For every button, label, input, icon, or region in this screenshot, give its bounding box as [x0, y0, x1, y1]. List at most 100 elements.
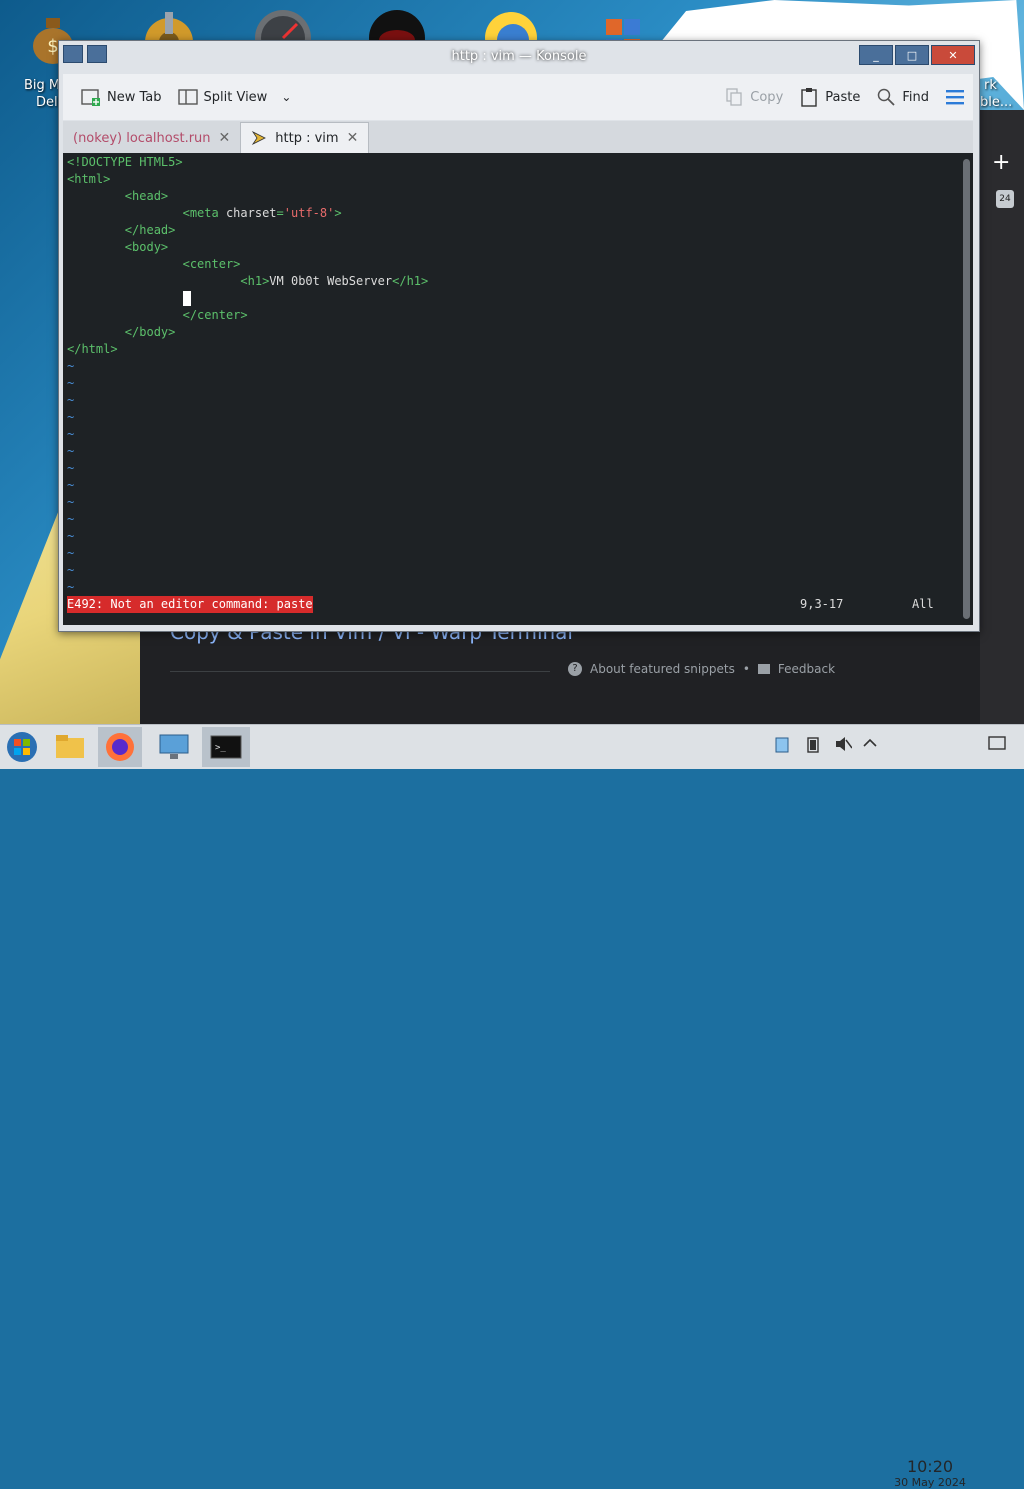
hamburger-menu-button[interactable] — [937, 82, 973, 112]
svg-text:$: $ — [47, 36, 58, 57]
empty-line-tilde: ~ — [67, 444, 75, 458]
code-line: </head> — [124, 223, 176, 237]
volume-muted-icon[interactable] — [834, 735, 853, 757]
konsole-taskbar-button[interactable]: >_ — [202, 727, 250, 767]
system-settings-button[interactable] — [152, 727, 196, 767]
find-button[interactable]: Find — [868, 82, 937, 112]
window-title: http : vim — Konsole — [451, 49, 587, 64]
copy-label: Copy — [750, 89, 784, 105]
empty-line-tilde: ~ — [67, 529, 75, 543]
tab-label: http : vim — [275, 130, 339, 146]
code-line — [67, 290, 191, 307]
paste-label: Paste — [825, 89, 861, 105]
empty-line-tilde: ~ — [67, 563, 75, 577]
text-cursor — [182, 291, 191, 306]
tab-label: (nokey) localhost.run — [73, 130, 211, 146]
cursor-position: 9,3-17 — [800, 597, 844, 611]
about-snippets-link[interactable]: About featured snippets — [590, 662, 735, 676]
desktop-icon-label-rk: rk — [984, 78, 997, 93]
divider — [170, 671, 550, 672]
help-icon: ? — [568, 662, 582, 676]
code-line: <body> — [124, 240, 169, 254]
tab-localhost-run[interactable]: (nokey) localhost.run ✕ — [63, 123, 241, 153]
clock-date: 30 May 2024 — [894, 1476, 966, 1489]
file-manager-button[interactable] — [48, 727, 92, 767]
empty-line-tilde: ~ — [67, 359, 75, 373]
scrollbar-thumb[interactable] — [963, 159, 970, 619]
terminal-scrollbar[interactable] — [960, 153, 973, 625]
empty-line-tilde: ~ — [67, 478, 75, 492]
clipboard-tray-icon[interactable] — [774, 735, 790, 757]
chevron-up-icon[interactable] — [862, 735, 878, 755]
chevron-down-icon[interactable]: ⌄ — [281, 90, 291, 104]
empty-line-tilde: ~ — [67, 410, 75, 424]
notification-badge[interactable]: 24 — [996, 190, 1014, 208]
empty-line-tilde: ~ — [67, 512, 75, 526]
add-panel-button[interactable]: + — [992, 150, 1010, 175]
terminal-activity-icon — [252, 130, 267, 146]
code-line: </html> — [67, 342, 118, 356]
browser-side-panel: + 24 — [980, 110, 1024, 724]
code-line: <html> — [67, 172, 111, 186]
feedback-icon — [757, 664, 770, 674]
hamburger-menu-icon — [946, 90, 964, 105]
paste-icon — [801, 88, 817, 107]
split-view-icon — [177, 89, 198, 105]
code-line: </center> — [182, 308, 248, 322]
close-tab-icon[interactable]: ✕ — [219, 130, 231, 146]
vim-error-message: E492: Not an editor command: paste — [67, 596, 313, 613]
empty-line-tilde: ~ — [67, 580, 75, 594]
empty-line-tilde: ~ — [67, 546, 75, 560]
svg-text:>_: >_ — [215, 743, 226, 753]
toolbar: New Tab Split View ⌄ Copy Paste Find — [63, 74, 973, 120]
paste-button[interactable]: Paste — [791, 82, 868, 112]
folder-icon — [56, 735, 84, 758]
clock[interactable]: 10:20 30 May 2024 — [890, 1457, 970, 1489]
code-line: <h1>VM 0b0t WebServer</h1> — [240, 274, 429, 288]
copy-button[interactable]: Copy — [716, 82, 791, 112]
desktop-icon-label-ble: ble... — [980, 95, 1013, 110]
clock-time: 10:20 — [906, 1457, 954, 1476]
code-line: <head> — [124, 189, 169, 203]
tab-http-vim[interactable]: http : vim ✕ — [240, 122, 370, 153]
battery-tray-icon[interactable] — [806, 735, 820, 757]
code-line: <center> — [182, 257, 241, 271]
feedback-link[interactable]: Feedback — [778, 662, 835, 676]
search-icon — [878, 88, 895, 106]
tab-bar: (nokey) localhost.run ✕ http : vim ✕ — [63, 121, 973, 153]
minimize-button[interactable]: _ — [859, 45, 893, 65]
firefox-icon — [106, 733, 134, 761]
new-tab-label: New Tab — [107, 89, 162, 105]
new-tab-icon — [81, 89, 100, 106]
scroll-indicator: All — [912, 597, 934, 611]
find-label: Find — [902, 89, 929, 105]
snippet-footer: ? About featured snippets • Feedback — [568, 662, 835, 676]
code-line: <meta charset='utf-8'> — [182, 206, 342, 220]
desktop-icon-label-big: Big M — [24, 78, 61, 93]
split-view-button[interactable]: Split View ⌄ — [170, 82, 300, 112]
split-view-label: Split View — [203, 89, 268, 105]
close-tab-icon[interactable]: ✕ — [347, 130, 359, 146]
empty-line-tilde: ~ — [67, 461, 75, 475]
window-titlebar[interactable]: http : vim — Konsole _ □ ✕ — [59, 41, 979, 73]
taskbar: >_ 10:20 30 May 2024 — [0, 724, 1024, 1489]
monitor-icon — [159, 734, 189, 759]
empty-line-tilde: ~ — [67, 427, 75, 441]
show-desktop-icon[interactable] — [988, 735, 1006, 755]
konsole-window: http : vim — Konsole _ □ ✕ New Tab Split… — [58, 40, 980, 632]
separator-dot: • — [742, 662, 750, 676]
terminal-area[interactable]: <!DOCTYPE HTML5> <html> <head> <meta char… — [63, 153, 960, 625]
copy-icon — [726, 88, 742, 106]
code-line: </body> — [124, 325, 176, 339]
start-orb-icon — [7, 732, 37, 762]
empty-line-tilde: ~ — [67, 495, 75, 509]
new-tab-button[interactable]: New Tab — [73, 82, 170, 112]
firefox-button[interactable] — [98, 727, 142, 767]
empty-line-tilde: ~ — [67, 376, 75, 390]
empty-line-tilde: ~ — [67, 393, 75, 407]
start-menu-button[interactable] — [0, 727, 44, 767]
terminal-icon: >_ — [210, 735, 242, 759]
code-line: <!DOCTYPE HTML5> — [67, 155, 183, 169]
close-button[interactable]: ✕ — [931, 45, 975, 65]
maximize-button[interactable]: □ — [895, 45, 929, 65]
